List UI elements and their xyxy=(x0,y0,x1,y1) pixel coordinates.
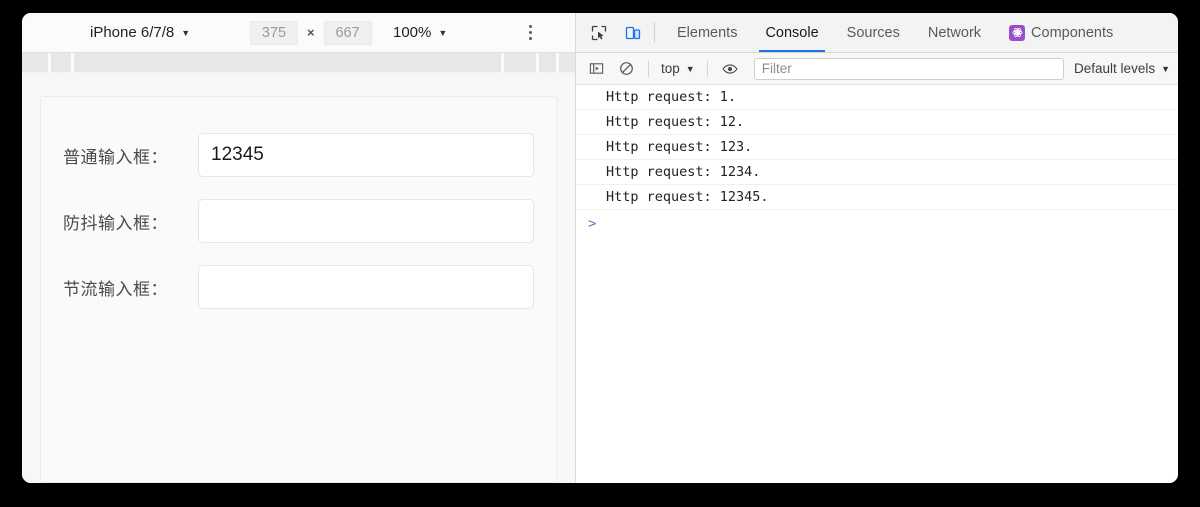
toolbar-divider xyxy=(648,61,649,77)
console-filter-input[interactable] xyxy=(754,58,1064,80)
devtools-pane: Elements Console Sources Network xyxy=(576,13,1178,483)
chevron-down-icon: ▼ xyxy=(181,29,190,38)
debounce-input[interactable] xyxy=(198,199,534,243)
console-sidebar-icon[interactable] xyxy=(582,57,610,81)
console-context-selector[interactable]: top ▼ xyxy=(657,61,699,76)
device-ruler-bar[interactable] xyxy=(22,53,575,73)
live-expression-icon[interactable] xyxy=(716,57,744,81)
tab-label: Components xyxy=(1031,25,1113,41)
toolbar-divider xyxy=(707,61,708,77)
form-row-normal: 普通输入框： xyxy=(63,133,534,177)
device-height-input[interactable]: 667 xyxy=(324,21,372,45)
toolbar-divider xyxy=(654,22,655,43)
zoom-selector[interactable]: 100% ▼ xyxy=(393,24,447,41)
console-row[interactable]: Http request: 1234. xyxy=(576,160,1178,185)
ruler-divider xyxy=(71,53,74,73)
tab-elements[interactable]: Elements xyxy=(663,13,751,52)
form-label-debounce: 防抖输入框： xyxy=(63,209,198,234)
prompt-caret-icon: > xyxy=(588,216,596,232)
form-label-throttle: 节流输入框： xyxy=(63,275,198,300)
device-dimensions: 375 × 667 xyxy=(250,21,372,45)
kebab-dot xyxy=(529,25,532,28)
console-input-prompt[interactable]: > xyxy=(576,210,1178,238)
tab-label: Network xyxy=(928,25,981,41)
device-selector[interactable]: iPhone 6/7/8 ▼ xyxy=(90,24,190,41)
kebab-dot xyxy=(529,31,532,34)
dimension-separator: × xyxy=(307,25,315,40)
tab-label: Elements xyxy=(677,25,737,41)
tab-components[interactable]: Components xyxy=(995,13,1127,52)
console-row[interactable]: Http request: 12. xyxy=(576,110,1178,135)
tab-label: Console xyxy=(765,25,818,41)
throttle-input[interactable] xyxy=(198,265,534,309)
device-more-options-icon[interactable] xyxy=(521,23,539,43)
page-viewport: 普通输入框： 防抖输入框： 节流输入框： xyxy=(22,73,575,483)
device-width-input[interactable]: 375 xyxy=(250,21,298,45)
console-toolbar: top ▼ Default levels ▼ xyxy=(576,53,1178,85)
tab-network[interactable]: Network xyxy=(914,13,995,52)
console-levels-selector[interactable]: Default levels ▼ xyxy=(1074,61,1172,76)
ruler-divider xyxy=(556,53,559,73)
ruler-divider xyxy=(536,53,539,73)
chevron-down-icon: ▼ xyxy=(1161,65,1170,74)
tab-sources[interactable]: Sources xyxy=(833,13,914,52)
devtools-tabbar: Elements Console Sources Network xyxy=(576,13,1178,53)
device-emulation-pane: iPhone 6/7/8 ▼ 375 × 667 100% ▼ xyxy=(22,13,576,483)
chevron-down-icon: ▼ xyxy=(438,29,447,38)
inspect-element-icon[interactable] xyxy=(582,13,616,52)
ruler-divider xyxy=(501,53,504,73)
console-row[interactable]: Http request: 123. xyxy=(576,135,1178,160)
device-name-label: iPhone 6/7/8 xyxy=(90,24,174,41)
tab-label: Sources xyxy=(847,25,900,41)
normal-input[interactable] xyxy=(198,133,534,177)
tab-console[interactable]: Console xyxy=(751,13,832,52)
ruler-divider xyxy=(48,53,51,73)
zoom-level-label: 100% xyxy=(393,24,431,41)
vue-components-icon xyxy=(1009,25,1025,41)
form-card: 普通输入框： 防抖输入框： 节流输入框： xyxy=(40,96,557,483)
browser-window: iPhone 6/7/8 ▼ 375 × 667 100% ▼ xyxy=(22,13,1178,483)
device-toolbar-icon[interactable] xyxy=(616,13,650,52)
clear-console-icon[interactable] xyxy=(612,57,640,81)
context-label: top xyxy=(661,61,680,76)
form-row-debounce: 防抖输入框： xyxy=(63,199,534,243)
device-toolbar: iPhone 6/7/8 ▼ 375 × 667 100% ▼ xyxy=(22,13,575,53)
console-message-list: Http request: 1. Http request: 12. Http … xyxy=(576,85,1178,483)
kebab-dot xyxy=(529,37,532,40)
console-row[interactable]: Http request: 12345. xyxy=(576,185,1178,210)
levels-label: Default levels xyxy=(1074,61,1155,76)
chevron-down-icon: ▼ xyxy=(686,65,695,74)
form-row-throttle: 节流输入框： xyxy=(63,265,534,309)
console-row[interactable]: Http request: 1. xyxy=(576,85,1178,110)
form-label-normal: 普通输入框： xyxy=(63,143,198,168)
